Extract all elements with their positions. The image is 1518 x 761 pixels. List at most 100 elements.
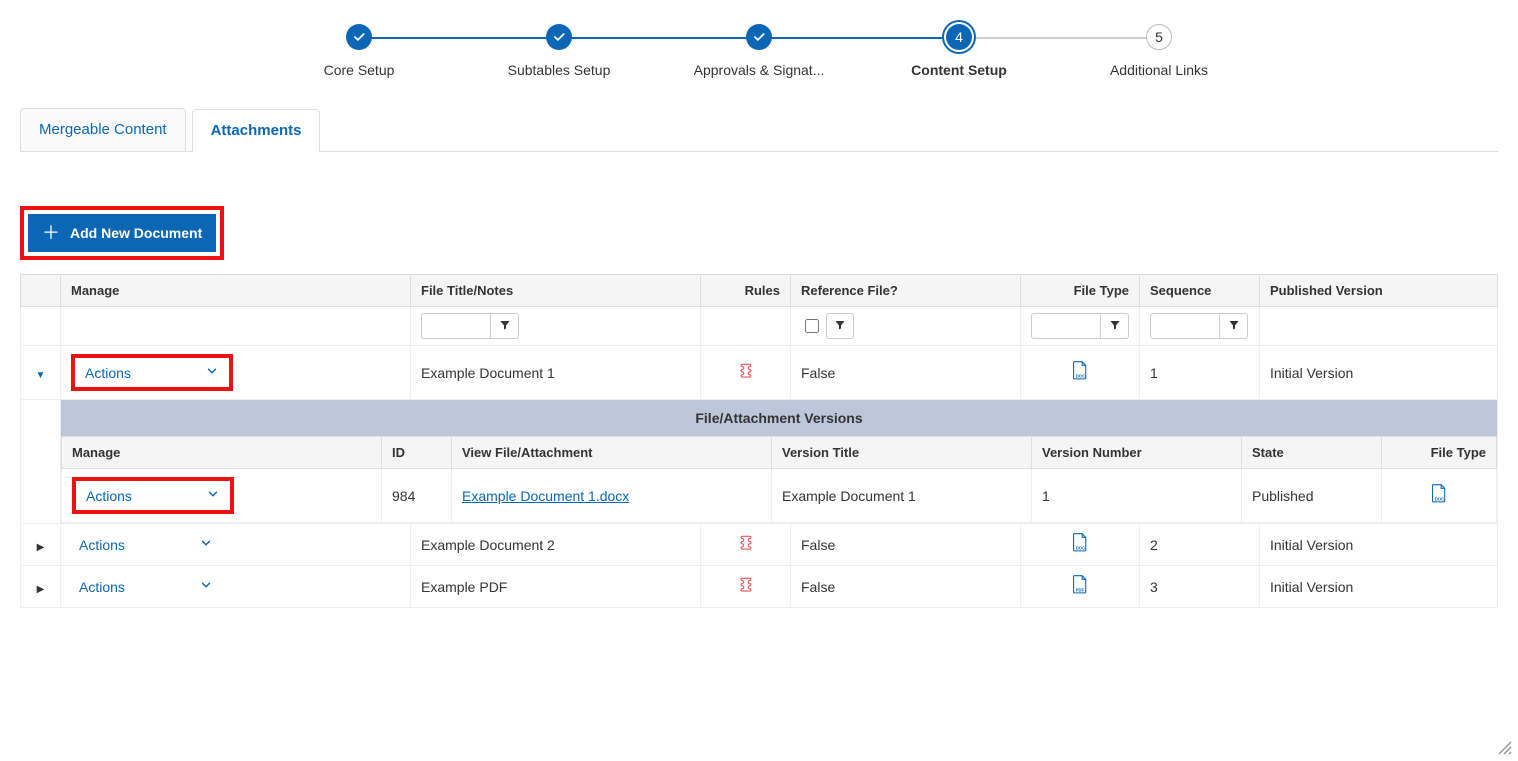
actions-label: Actions (79, 579, 125, 595)
view-file-link[interactable]: Example Document 1.docx (462, 488, 629, 504)
step-core-setup[interactable]: Core Setup (259, 24, 459, 78)
filter-filetype-input[interactable] (1031, 313, 1101, 339)
cell-published: Initial Version (1260, 346, 1498, 400)
cell-sequence: 3 (1140, 566, 1260, 608)
actions-label: Actions (86, 488, 132, 504)
vcol-view[interactable]: View File/Attachment (452, 437, 772, 469)
versions-row: Actions 984 Example Docu (62, 469, 1497, 523)
step-content-setup[interactable]: 4 Content Setup (859, 24, 1059, 78)
actions-dropdown[interactable]: Actions (71, 574, 221, 599)
col-filetype[interactable]: File Type (1021, 275, 1140, 307)
step-label: Content Setup (911, 62, 1007, 78)
cell-published: Initial Version (1260, 524, 1498, 566)
versions-panel: File/Attachment Versions Manage ID View … (21, 400, 1498, 524)
rules-icon[interactable] (737, 362, 755, 380)
versions-table: Manage ID View File/Attachment Version T… (61, 436, 1497, 523)
cell-reference: False (791, 566, 1021, 608)
col-reference[interactable]: Reference File? (791, 275, 1021, 307)
content-tabs: Mergeable Content Attachments (20, 108, 1498, 152)
tab-mergeable-content[interactable]: Mergeable Content (20, 108, 186, 151)
vcol-filetype[interactable]: File Type (1382, 437, 1497, 469)
vcol-vtitle[interactable]: Version Title (772, 437, 1032, 469)
filter-reference-button[interactable] (826, 313, 854, 339)
col-sequence[interactable]: Sequence (1140, 275, 1260, 307)
filter-title-button[interactable] (491, 313, 519, 339)
filter-reference-checkbox[interactable] (805, 319, 819, 333)
vcol-manage[interactable]: Manage (62, 437, 382, 469)
step-approvals[interactable]: Approvals & Signat... (659, 24, 859, 78)
cell-sequence: 2 (1140, 524, 1260, 566)
table-row: Actions Example PDF False PDF (21, 566, 1498, 608)
chevron-down-icon (199, 536, 213, 553)
table-row: Actions Example Document 2 False DOC (21, 524, 1498, 566)
vcol-vnum[interactable]: Version Number (1032, 437, 1242, 469)
expand-toggle[interactable] (21, 346, 61, 400)
step-number-icon: 5 (1146, 24, 1172, 50)
cell-title: Example PDF (411, 566, 701, 608)
cell-title: Example Document 1 (411, 346, 701, 400)
vcell-vnum: 1 (1032, 469, 1242, 523)
highlight-add-button: ＋ Add New Document (20, 206, 224, 260)
cell-reference: False (791, 346, 1021, 400)
cell-sequence: 1 (1140, 346, 1260, 400)
tab-attachments[interactable]: Attachments (192, 109, 321, 152)
step-label: Core Setup (324, 62, 395, 78)
svg-text:PDF: PDF (1076, 587, 1085, 592)
actions-dropdown[interactable]: Actions (71, 532, 221, 557)
chevron-right-icon (37, 537, 45, 553)
vcell-id: 984 (382, 469, 452, 523)
svg-text:DOC: DOC (1076, 373, 1085, 378)
svg-text:DOC: DOC (1435, 496, 1444, 501)
filter-filetype-button[interactable] (1101, 313, 1129, 339)
filter-sequence-input[interactable] (1150, 313, 1220, 339)
chevron-down-icon (205, 364, 219, 381)
rules-icon[interactable] (737, 576, 755, 594)
file-doc-icon[interactable]: DOC (1071, 361, 1089, 384)
versions-title: File/Attachment Versions (61, 400, 1497, 436)
actions-label: Actions (79, 537, 125, 553)
wizard-stepper: Core Setup Subtables Setup Approvals & S… (229, 24, 1289, 78)
filter-title-input[interactable] (421, 313, 491, 339)
add-new-document-button[interactable]: ＋ Add New Document (28, 214, 216, 252)
vcell-state: Published (1242, 469, 1382, 523)
cell-published: Initial Version (1260, 566, 1498, 608)
vcol-id[interactable]: ID (382, 437, 452, 469)
chevron-right-icon (37, 579, 45, 595)
chevron-down-icon (36, 365, 46, 381)
step-subtables-setup[interactable]: Subtables Setup (459, 24, 659, 78)
chevron-down-icon (199, 578, 213, 595)
col-manage[interactable]: Manage (61, 275, 411, 307)
step-number-icon: 4 (946, 24, 972, 50)
table-row: Actions Example Document 1 False (21, 346, 1498, 400)
col-title[interactable]: File Title/Notes (411, 275, 701, 307)
plus-icon: ＋ (42, 224, 60, 242)
col-rules[interactable]: Rules (701, 275, 791, 307)
expand-toggle[interactable] (21, 524, 61, 566)
file-doc-icon[interactable]: DOC (1071, 533, 1089, 556)
svg-text:DOC: DOC (1076, 545, 1085, 550)
actions-dropdown[interactable]: Actions (77, 360, 227, 385)
check-icon (346, 24, 372, 50)
rules-icon[interactable] (737, 534, 755, 552)
step-additional-links[interactable]: 5 Additional Links (1059, 24, 1259, 78)
file-doc-icon[interactable]: DOC (1430, 484, 1448, 507)
add-button-label: Add New Document (70, 225, 202, 241)
filter-sequence-button[interactable] (1220, 313, 1248, 339)
highlight-actions: Actions (72, 477, 234, 514)
actions-dropdown[interactable]: Actions (78, 483, 228, 508)
file-pdf-icon[interactable]: PDF (1071, 575, 1089, 598)
cell-title: Example Document 2 (411, 524, 701, 566)
resize-grip-icon[interactable] (1496, 739, 1512, 755)
cell-reference: False (791, 524, 1021, 566)
vcell-title: Example Document 1 (772, 469, 1032, 523)
vcol-state[interactable]: State (1242, 437, 1382, 469)
highlight-actions: Actions (71, 354, 233, 391)
step-label: Subtables Setup (508, 62, 611, 78)
attachments-table: Manage File Title/Notes Rules Reference … (20, 274, 1498, 608)
actions-label: Actions (85, 365, 131, 381)
check-icon (746, 24, 772, 50)
check-icon (546, 24, 572, 50)
chevron-down-icon (206, 487, 220, 504)
expand-toggle[interactable] (21, 566, 61, 608)
col-published[interactable]: Published Version (1260, 275, 1498, 307)
